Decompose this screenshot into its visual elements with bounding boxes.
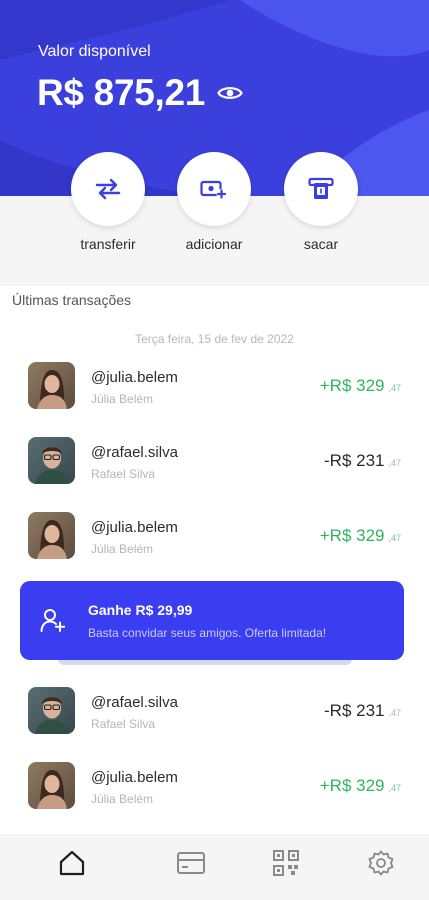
balance-value: R$ 875,21 [37, 72, 206, 113]
qr-code-icon [273, 850, 299, 876]
add-label: adicionar [185, 236, 243, 252]
nav-settings[interactable] [366, 848, 396, 878]
card-icon [177, 852, 205, 874]
transactions-date: Terça feira, 15 de fev de 2022 [135, 332, 294, 346]
transaction-row[interactable]: @rafael.silva Rafael Silva -R$ 231 ,47 [0, 687, 429, 747]
transaction-row[interactable]: @rafael.silva Rafael Silva -R$ 231 ,47 [0, 437, 429, 497]
settings-gear-icon [368, 850, 394, 876]
home-icon [59, 850, 85, 876]
transaction-name: Júlia Belém [91, 792, 154, 806]
transfer-button[interactable] [71, 152, 145, 226]
transaction-row[interactable]: @julia.belem Júlia Belém +R$ 329 ,47 [0, 762, 429, 822]
avatar [28, 512, 75, 559]
amount-value: +R$ 329 [319, 776, 385, 795]
amount-value: +R$ 329 [319, 526, 385, 545]
withdraw-label: sacar [303, 236, 339, 252]
julia-photo-avatar [28, 512, 75, 559]
transaction-handle: @rafael.silva [91, 444, 178, 461]
nav-home[interactable] [57, 848, 87, 878]
invite-promo-card[interactable]: Ganhe R$ 29,99 Basta convidar seus amigo… [20, 581, 404, 660]
withdraw-button[interactable] [284, 152, 358, 226]
amount-cents: ,47 [388, 533, 401, 543]
avatar [28, 437, 75, 484]
promo-subtitle: Basta convidar seus amigos. Oferta limit… [88, 626, 327, 640]
add-money-button[interactable] [177, 152, 251, 226]
transfer-label: transferir [80, 236, 136, 252]
transaction-amount: -R$ 231 ,47 [324, 701, 401, 721]
transaction-amount: +R$ 329 ,47 [320, 526, 401, 546]
transaction-row[interactable]: @julia.belem Júlia Belém +R$ 329 ,47 [0, 512, 429, 572]
amount-cents: ,47 [388, 383, 401, 393]
transaction-amount: -R$ 231 ,47 [324, 451, 401, 471]
transaction-handle: @julia.belem [91, 369, 178, 386]
action-transfer[interactable]: transferir [63, 152, 153, 252]
bottom-navigation [0, 834, 429, 900]
transaction-amount: +R$ 329 ,47 [320, 376, 401, 396]
julia-photo-avatar [28, 762, 75, 809]
eye-icon[interactable] [217, 83, 243, 103]
rafael-photo-avatar [28, 687, 75, 734]
transaction-handle: @rafael.silva [91, 694, 178, 711]
add-user-icon [40, 609, 66, 632]
amount-value: +R$ 329 [319, 376, 385, 395]
action-withdraw[interactable]: sacar [276, 152, 366, 252]
transaction-name: Rafael Silva [91, 717, 156, 731]
balance-label: Valor disponível [38, 43, 151, 60]
atm-withdraw-icon [308, 177, 334, 199]
transaction-name: Rafael Silva [91, 467, 156, 481]
transfer-arrows-icon [95, 178, 121, 200]
amount-value: -R$ 231 [324, 451, 385, 470]
avatar [28, 762, 75, 809]
avatar [28, 687, 75, 734]
rafael-photo-avatar [28, 437, 75, 484]
promo-title: Ganhe R$ 29,99 [88, 602, 193, 618]
add-money-icon [200, 180, 227, 199]
amount-value: -R$ 231 [324, 701, 385, 720]
amount-cents: ,47 [388, 708, 401, 718]
transaction-name: Júlia Belém [91, 542, 154, 556]
transactions-title: Últimas transações [12, 292, 132, 308]
transaction-handle: @julia.belem [91, 769, 178, 786]
amount-cents: ,47 [388, 458, 401, 468]
amount-cents: ,47 [388, 783, 401, 793]
nav-qr[interactable] [271, 848, 301, 878]
transaction-name: Júlia Belém [91, 392, 154, 406]
transaction-row[interactable]: @julia.belem Júlia Belém +R$ 329 ,47 [0, 362, 429, 422]
balance-row: R$ 875,21 [37, 72, 243, 114]
avatar [28, 362, 75, 409]
nav-card[interactable] [176, 848, 206, 878]
action-add[interactable]: adicionar [169, 152, 259, 252]
transaction-handle: @julia.belem [91, 519, 178, 536]
transaction-amount: +R$ 329 ,47 [320, 776, 401, 796]
julia-photo-avatar [28, 362, 75, 409]
